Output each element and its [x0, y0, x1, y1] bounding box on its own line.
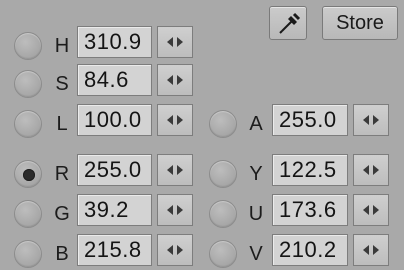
- stepper-arrows-icon: [167, 245, 183, 255]
- stepper-arrows-icon: [167, 165, 183, 175]
- field-h[interactable]: 310.9: [77, 26, 152, 58]
- label-u: U: [248, 203, 264, 225]
- eyedropper-button[interactable]: [269, 6, 307, 40]
- stepper-h[interactable]: [157, 26, 193, 58]
- stepper-arrows-icon: [363, 115, 379, 125]
- field-g[interactable]: 39.2: [77, 194, 152, 226]
- radio-u[interactable]: [209, 200, 237, 228]
- stepper-g[interactable]: [157, 194, 193, 226]
- field-a[interactable]: 255.0: [272, 104, 348, 136]
- eyedropper-icon: [279, 12, 301, 34]
- color-channel-panel: Store H 310.9 S 84.6 L 100.0 A 255.0 R 2…: [0, 0, 404, 270]
- radio-l[interactable]: [14, 110, 42, 138]
- stepper-r[interactable]: [157, 154, 193, 186]
- stepper-l[interactable]: [157, 104, 193, 136]
- radio-a[interactable]: [209, 110, 237, 138]
- stepper-arrows-icon: [363, 165, 379, 175]
- label-a: A: [249, 113, 263, 135]
- label-s: S: [55, 73, 69, 95]
- stepper-s[interactable]: [157, 64, 193, 96]
- radio-h[interactable]: [14, 32, 42, 60]
- label-h: H: [54, 35, 70, 57]
- radio-r[interactable]: [14, 160, 42, 188]
- stepper-arrows-icon: [167, 37, 183, 47]
- field-b[interactable]: 215.8: [77, 234, 152, 266]
- label-y: Y: [249, 163, 263, 185]
- stepper-arrows-icon: [363, 245, 379, 255]
- label-r: R: [54, 163, 70, 185]
- radio-r-selected-dot: [23, 169, 35, 181]
- stepper-v[interactable]: [353, 234, 389, 266]
- radio-b[interactable]: [14, 240, 42, 268]
- stepper-a[interactable]: [353, 104, 389, 136]
- field-l[interactable]: 100.0: [77, 104, 152, 136]
- label-v: V: [249, 243, 263, 265]
- radio-v[interactable]: [209, 240, 237, 268]
- stepper-arrows-icon: [363, 205, 379, 215]
- stepper-arrows-icon: [167, 205, 183, 215]
- stepper-u[interactable]: [353, 194, 389, 226]
- field-r[interactable]: 255.0: [77, 154, 152, 186]
- field-u[interactable]: 173.6: [272, 194, 348, 226]
- field-y[interactable]: 122.5: [272, 154, 348, 186]
- store-button[interactable]: Store: [322, 6, 398, 40]
- stepper-y[interactable]: [353, 154, 389, 186]
- label-l: L: [56, 113, 68, 135]
- radio-y[interactable]: [209, 160, 237, 188]
- stepper-arrows-icon: [167, 115, 183, 125]
- label-g: G: [54, 203, 70, 225]
- radio-s[interactable]: [14, 70, 42, 98]
- label-b: B: [55, 243, 69, 265]
- radio-g[interactable]: [14, 200, 42, 228]
- field-s[interactable]: 84.6: [77, 64, 152, 96]
- field-v[interactable]: 210.2: [272, 234, 348, 266]
- stepper-arrows-icon: [167, 75, 183, 85]
- stepper-b[interactable]: [157, 234, 193, 266]
